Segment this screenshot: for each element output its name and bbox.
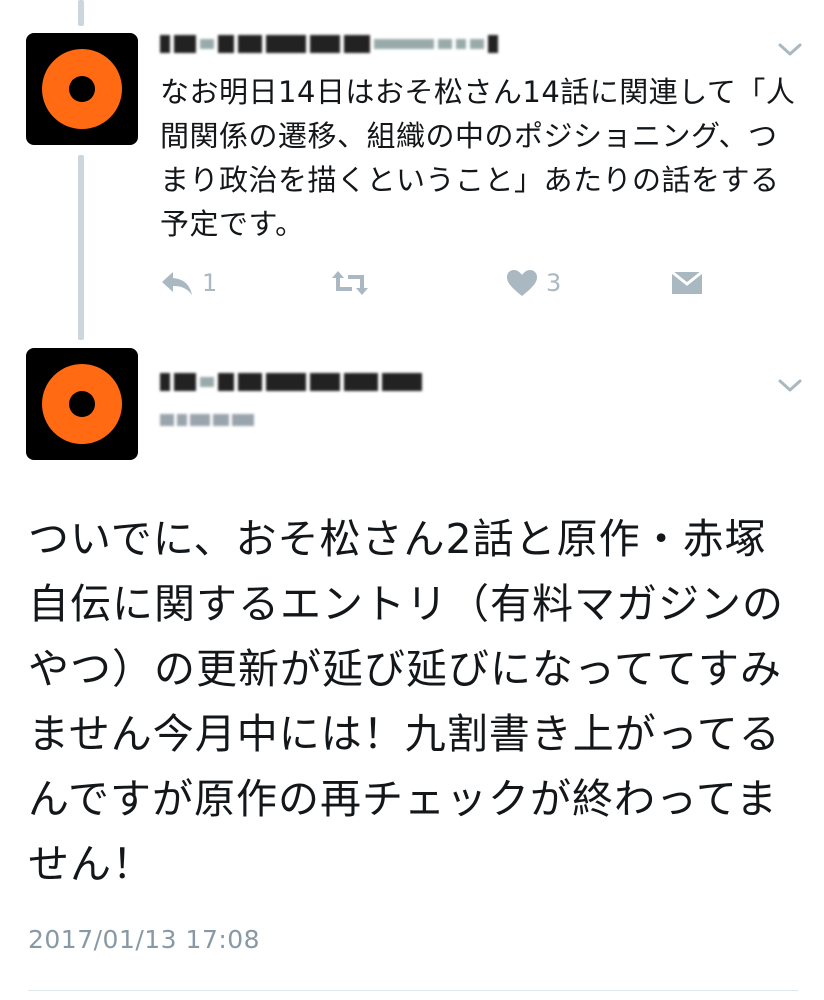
like-button[interactable]: 3 xyxy=(506,263,561,303)
reply-count: 1 xyxy=(202,269,218,297)
thread-line-middle xyxy=(78,155,84,340)
display-name-pixelated[interactable] xyxy=(160,368,422,396)
direct-message-button[interactable] xyxy=(670,263,704,303)
reply-icon xyxy=(162,272,192,295)
divider xyxy=(28,990,798,991)
avatar-center xyxy=(69,76,95,102)
timestamp[interactable]: 2017/01/13 17:08 xyxy=(28,925,260,954)
retweet-button[interactable] xyxy=(330,263,370,303)
envelope-icon xyxy=(671,270,703,294)
like-count: 3 xyxy=(546,269,562,297)
chevron-down-icon[interactable] xyxy=(776,376,804,396)
thread-line-top xyxy=(78,0,84,26)
username-pixelated[interactable] xyxy=(160,410,254,430)
chevron-down-icon[interactable] xyxy=(776,40,804,60)
heart-icon xyxy=(507,270,537,296)
retweet-icon xyxy=(332,271,368,295)
avatar[interactable] xyxy=(26,348,138,460)
avatar[interactable] xyxy=(26,33,138,145)
tweet-text: なお明日14日はおそ松さん14話に関連して「人間関係の遷移、組織の中のポジショニ… xyxy=(160,75,796,241)
reply-button[interactable]: 1 xyxy=(160,263,217,303)
tweet-actions: 1 3 xyxy=(160,263,720,303)
tweet-text: ついでに、おそ松さん2話と原作・赤塚自伝に関するエントリ（有料マガジンのやつ）の… xyxy=(28,515,784,888)
avatar-center xyxy=(69,391,95,417)
display-name-pixelated[interactable] xyxy=(160,30,498,58)
